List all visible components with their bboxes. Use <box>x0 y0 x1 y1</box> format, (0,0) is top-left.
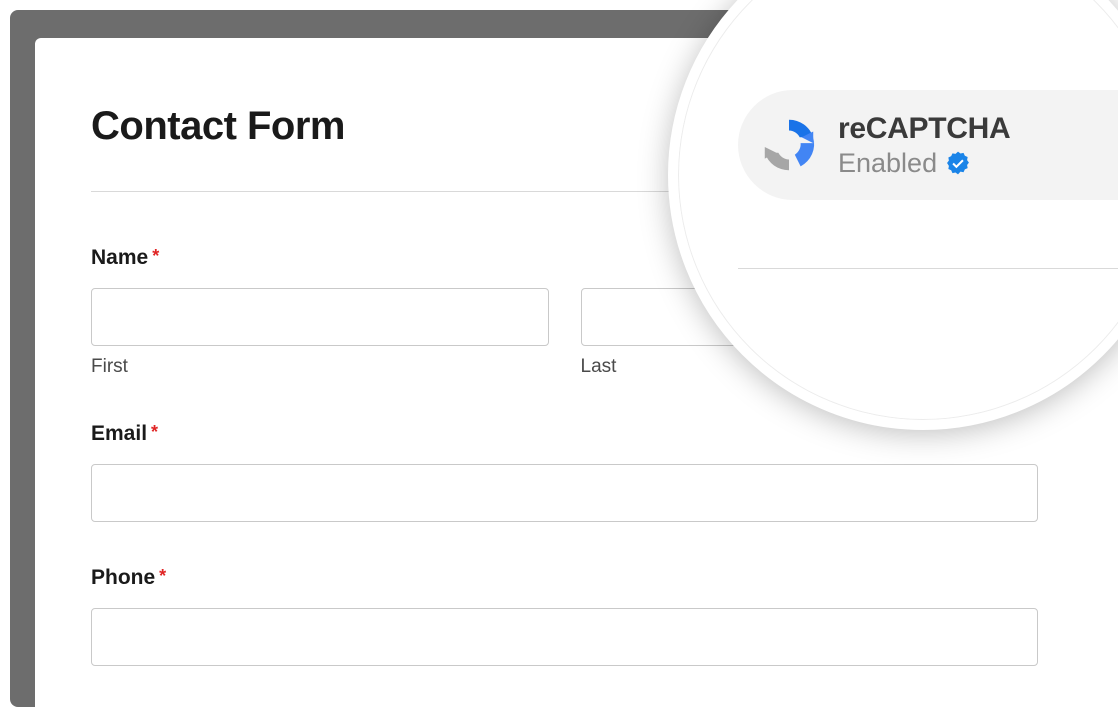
required-marker: * <box>159 566 166 586</box>
name-label: Name <box>91 246 148 269</box>
recaptcha-icon <box>758 114 820 176</box>
recaptcha-status-pill[interactable]: reCAPTCHA Enabled <box>738 90 1118 200</box>
recaptcha-status-row: Enabled <box>838 148 1010 179</box>
email-field-block: Email* <box>91 422 1038 522</box>
magnifier-divider <box>738 268 1118 269</box>
recaptcha-callout-magnifier: reCAPTCHA Enabled <box>668 0 1118 430</box>
recaptcha-status: Enabled <box>838 148 937 179</box>
first-name-col: First <box>91 288 549 378</box>
phone-label: Phone <box>91 566 155 589</box>
recaptcha-title: reCAPTCHA <box>838 112 1010 146</box>
screenshot-frame: Contact Form Name* First Last Email* <box>0 0 1118 717</box>
magnifier-viewport: reCAPTCHA Enabled <box>678 0 1118 420</box>
required-marker: * <box>152 246 159 266</box>
phone-input[interactable] <box>91 608 1038 666</box>
recaptcha-text: reCAPTCHA Enabled <box>838 112 1010 179</box>
phone-label-row: Phone* <box>91 566 1038 590</box>
verified-icon <box>945 150 971 176</box>
first-name-sublabel: First <box>91 356 549 378</box>
email-input[interactable] <box>91 464 1038 522</box>
required-marker: * <box>151 422 158 442</box>
phone-field-block: Phone* <box>91 566 1038 666</box>
first-name-input[interactable] <box>91 288 549 346</box>
email-label: Email <box>91 422 147 445</box>
